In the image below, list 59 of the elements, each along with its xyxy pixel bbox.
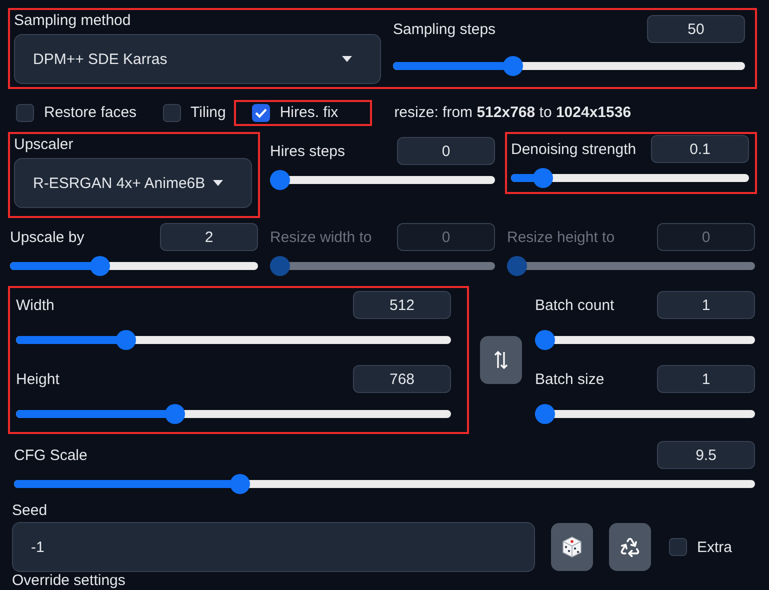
slider-label: Batch count: [535, 296, 614, 314]
dice-icon: [561, 536, 583, 558]
field-label: Sampling method: [14, 12, 131, 29]
slider-label: Sampling steps: [393, 20, 496, 38]
slider-label: Height: [16, 370, 60, 388]
slider-thumb[interactable]: [535, 404, 555, 424]
slider-label: Hires steps: [270, 142, 346, 160]
number-field[interactable]: 50: [647, 15, 745, 43]
recycle-icon: [619, 536, 641, 558]
field-label: Upscaler: [14, 136, 74, 153]
swap-arrows-icon: [494, 350, 508, 370]
checkbox[interactable]: [162, 104, 181, 122]
slider-thumb[interactable]: [116, 330, 136, 350]
section-label: Override settings: [12, 573, 126, 589]
slider-thumb[interactable]: [165, 404, 186, 424]
caret-icon: [213, 180, 223, 186]
checkbox-label: Restore faces: [44, 104, 137, 122]
slider-label: Denoising strength: [511, 140, 636, 158]
checkbox[interactable]: [669, 538, 687, 556]
number-field[interactable]: 0.1: [651, 135, 749, 163]
slider-thumb[interactable]: [502, 56, 523, 76]
checkbox[interactable]: [252, 104, 270, 122]
number-field[interactable]: 768: [353, 365, 451, 393]
slider-thumb[interactable]: [270, 170, 290, 190]
slider-label: Upscale by: [10, 228, 84, 246]
swap-button[interactable]: [480, 336, 522, 384]
checkbox-label: Extra: [697, 538, 732, 556]
slider-thumb[interactable]: [230, 474, 250, 494]
checkbox[interactable]: [16, 104, 34, 122]
slider-track[interactable]: [10, 262, 258, 270]
number-field[interactable]: 2: [160, 223, 258, 251]
slider-thumb[interactable]: [535, 330, 555, 350]
field-label: Seed: [12, 502, 48, 519]
slider-label: Resize width to: [270, 228, 372, 246]
number-field[interactable]: 512: [353, 291, 451, 319]
slider-track[interactable]: [14, 480, 755, 488]
checkbox-label: Tiling: [190, 104, 226, 122]
slider-track[interactable]: [16, 336, 451, 344]
slider-track[interactable]: [16, 410, 451, 418]
number-field[interactable]: 1: [657, 291, 755, 319]
checkbox-label: Hires. fix: [280, 104, 338, 122]
slider-label: CFG Scale: [14, 446, 88, 464]
sampler-dropdown[interactable]: DPM++ SDE Karras: [14, 34, 381, 84]
slider-thumb[interactable]: [90, 256, 110, 276]
slider-track[interactable]: [393, 62, 745, 70]
random-seed-button[interactable]: [551, 523, 593, 571]
slider-label: Resize height to: [507, 228, 615, 246]
slider-thumb[interactable]: [532, 168, 553, 188]
caret-icon: [342, 56, 352, 62]
reuse-seed-button[interactable]: [609, 523, 651, 571]
slider-track[interactable]: [511, 174, 749, 182]
number-field[interactable]: 9.5: [657, 441, 755, 469]
seed-field[interactable]: -1: [12, 522, 535, 572]
number-field[interactable]: 0: [397, 137, 495, 165]
number-field[interactable]: 1: [657, 365, 755, 393]
slider-label: Width: [16, 296, 54, 314]
slider-label: Batch size: [535, 370, 604, 388]
resize-note: resize: from 512x768 to 1024x1536: [394, 104, 632, 122]
upscaler-dropdown[interactable]: R-ESRGAN 4x+ Anime6B: [14, 158, 252, 208]
